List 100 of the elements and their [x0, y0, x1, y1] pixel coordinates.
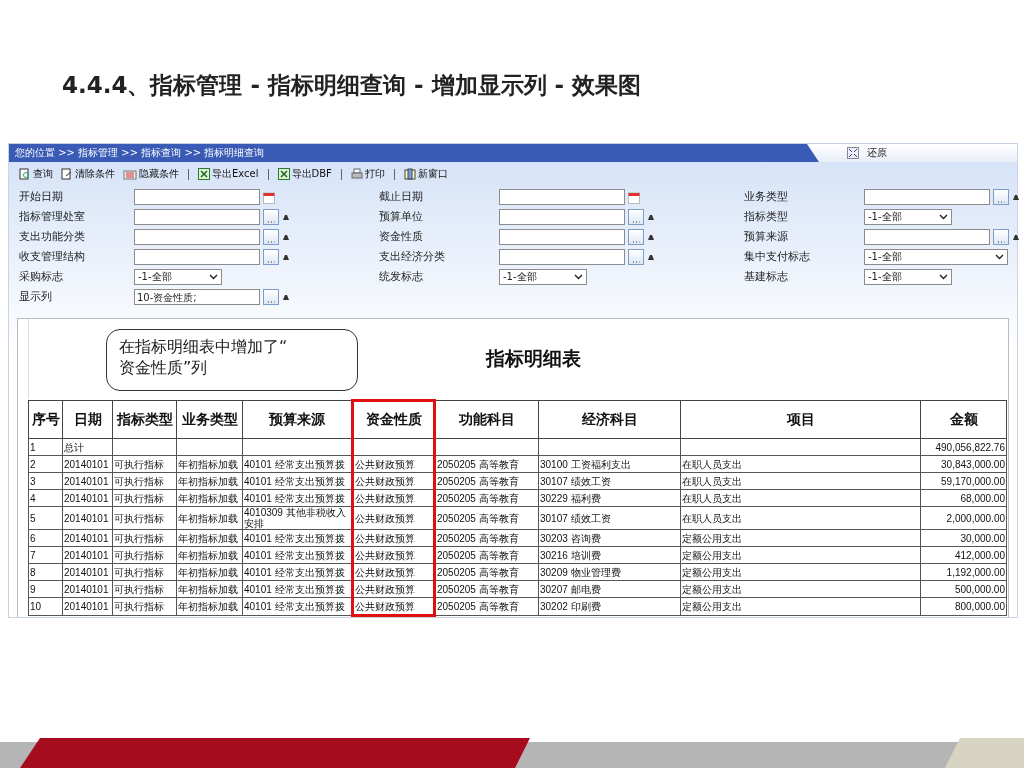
input-field[interactable]	[864, 189, 990, 205]
column-header: 功能科目	[434, 400, 539, 439]
toolbar-button[interactable]: 隐藏条件	[121, 167, 181, 181]
chevron-down-icon	[939, 214, 948, 220]
toolbar-button[interactable]: 导出Excel	[196, 167, 261, 181]
input-field[interactable]	[134, 249, 260, 265]
pin-icon[interactable]	[647, 253, 655, 261]
column-header: 预算来源	[242, 400, 353, 439]
restore-tab[interactable]: 还原	[807, 144, 1017, 162]
printer-icon	[350, 168, 363, 180]
pin-icon[interactable]	[282, 233, 290, 241]
toolbar-button[interactable]: 新窗口	[401, 167, 450, 181]
dropdown[interactable]: -1-全部	[134, 269, 222, 285]
field-label: 收支管理结构	[19, 249, 86, 265]
callout-bubble: 在指标明细表中增加了“ 资金性质”列	[106, 329, 358, 391]
table-cell: 年初指标加载	[176, 580, 243, 598]
table-cell: 30,000.00	[920, 529, 1007, 547]
field-label: 业务类型	[744, 189, 789, 205]
document-icon	[61, 168, 73, 180]
column-header: 项目	[680, 400, 921, 439]
field-label: 指标类型	[744, 209, 789, 225]
input-field[interactable]	[499, 249, 625, 265]
table-cell: 30216 培训费	[538, 546, 681, 564]
pin-icon[interactable]	[647, 233, 655, 241]
table-cell: 412,000.00	[920, 546, 1007, 564]
toolbar-button[interactable]: 导出DBF	[275, 167, 334, 181]
table-cell: 2050205 高等教育	[434, 597, 539, 616]
table-cell: 总计	[62, 438, 113, 456]
window-icon	[403, 168, 416, 180]
table-cell: 30209 物业管理费	[538, 563, 681, 581]
table-cell: 6	[28, 529, 63, 547]
pin-icon[interactable]	[282, 213, 290, 221]
input-field[interactable]	[864, 229, 990, 245]
table-cell: 公共财政预算	[352, 529, 435, 547]
form-icon	[123, 168, 137, 180]
pin-icon[interactable]	[1012, 193, 1020, 201]
table-cell: 5	[28, 506, 63, 530]
table-cell: 2050205 高等教育	[434, 580, 539, 598]
table-cell: 2050205 高等教育	[434, 455, 539, 473]
table-cell: 定额公用支出	[680, 563, 921, 581]
field-label: 预算来源	[744, 229, 789, 245]
column-header: 日期	[62, 400, 113, 439]
field-label: 截止日期	[379, 189, 424, 205]
table-cell: 490,056,822.76	[920, 438, 1007, 456]
toolbar-button[interactable]: 打印	[348, 167, 387, 181]
chevron-down-icon	[939, 274, 948, 280]
table-cell: 30229 福利费	[538, 489, 681, 507]
input-field[interactable]	[134, 209, 260, 225]
pin-icon[interactable]	[282, 293, 290, 301]
date-field[interactable]	[499, 189, 625, 205]
table-cell: 8	[28, 563, 63, 581]
table-cell: 年初指标加载	[176, 529, 243, 547]
toolbar-button[interactable]: 清除条件	[59, 167, 117, 181]
field-label: 指标管理处室	[19, 209, 86, 225]
column-header: 经济科目	[538, 400, 681, 439]
calendar-icon[interactable]	[263, 190, 275, 204]
input-field[interactable]	[134, 229, 260, 245]
table-cell: 公共财政预算	[352, 489, 435, 507]
table-cell: 公共财政预算	[352, 597, 435, 616]
table-cell: 500,000.00	[920, 580, 1007, 598]
input-field[interactable]: 10-资金性质;	[134, 289, 260, 305]
table-cell	[176, 438, 243, 456]
date-field[interactable]	[134, 189, 260, 205]
toolbar-button[interactable]: 查询	[17, 167, 55, 181]
calendar-icon[interactable]	[628, 190, 640, 204]
dropdown[interactable]: -1-全部	[864, 269, 952, 285]
dropdown[interactable]: -1-全部	[499, 269, 587, 285]
input-field[interactable]	[499, 209, 625, 225]
table-cell: 定额公用支出	[680, 529, 921, 547]
table-cell: 7	[28, 546, 63, 564]
table-cell: 59,170,000.00	[920, 472, 1007, 490]
table-cell: 在职人员支出	[680, 472, 921, 490]
pin-icon[interactable]	[647, 213, 655, 221]
table-cell: 可执行指标	[112, 563, 177, 581]
field-label: 支出经济分类	[379, 249, 446, 265]
table-cell: 20140101	[62, 546, 113, 564]
pin-icon[interactable]	[1012, 233, 1020, 241]
table-cell: 可执行指标	[112, 472, 177, 490]
input-field[interactable]	[499, 229, 625, 245]
table-cell: 20140101	[62, 580, 113, 598]
table-cell: 68,000.00	[920, 489, 1007, 507]
field-label: 统发标志	[379, 269, 424, 285]
table-cell: 2	[28, 455, 63, 473]
table-cell	[112, 438, 177, 456]
column-header: 序号	[28, 400, 63, 439]
table-cell: 2050205 高等教育	[434, 489, 539, 507]
table-cell: 在职人员支出	[680, 506, 921, 530]
chevron-down-icon	[995, 254, 1004, 260]
dropdown[interactable]: -1-全部	[864, 249, 1008, 265]
field-label: 采购标志	[19, 269, 64, 285]
dropdown[interactable]: -1-全部	[864, 209, 952, 225]
column-header: 业务类型	[176, 400, 243, 439]
table-cell: 20140101	[62, 529, 113, 547]
pin-icon[interactable]	[282, 253, 290, 261]
table-cell: 定额公用支出	[680, 546, 921, 564]
field-label: 资金性质	[379, 229, 424, 245]
ellipsis-icon	[267, 300, 275, 304]
ellipsis-icon	[632, 260, 640, 264]
table-cell: 公共财政预算	[352, 563, 435, 581]
table-cell: 可执行指标	[112, 489, 177, 507]
